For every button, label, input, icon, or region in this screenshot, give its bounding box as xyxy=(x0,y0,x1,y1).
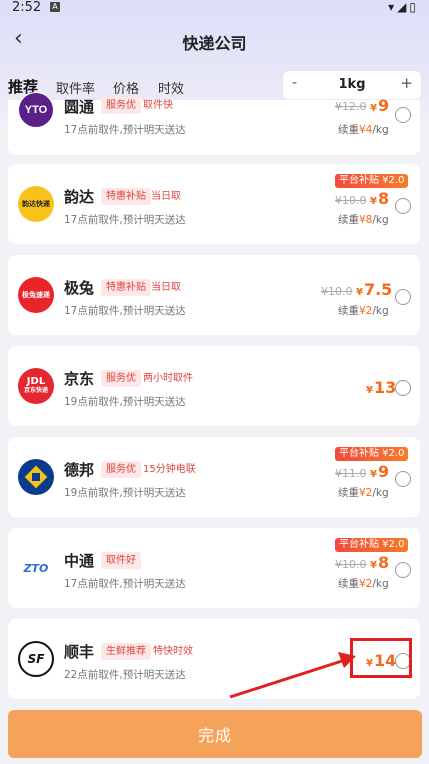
old-price: ¥10.0 xyxy=(335,558,367,571)
price: ¥8 xyxy=(370,189,390,208)
continue-weight-price: 续重¥8/kg xyxy=(338,214,389,226)
tag-two-hour: 两小时取件 xyxy=(143,373,193,384)
yto-logo-icon: YTO xyxy=(18,92,54,128)
tag-service: 服务优 xyxy=(101,370,141,387)
tab-pickup-rate[interactable]: 取件率 xyxy=(56,78,95,97)
courier-desc: 17点前取件,预计明天送达 xyxy=(64,305,186,317)
sf-logo-icon: SF xyxy=(18,641,54,677)
continue-weight-price: 续重¥4/kg xyxy=(338,124,389,136)
tag-service: 服务优 xyxy=(101,97,141,114)
svg-text:YTO: YTO xyxy=(25,104,48,116)
tag-same-day: 当日取 xyxy=(151,191,181,202)
price: ¥9 xyxy=(370,96,390,115)
courier-desc: 17点前取件,预计明天送达 xyxy=(64,124,186,136)
highlight-box xyxy=(350,638,412,678)
courier-desc: 19点前取件,预计明天送达 xyxy=(64,396,186,408)
courier-name: 中通 xyxy=(64,552,95,570)
courier-card-jitu[interactable]: 极兔速递 极兔 特惠补贴 当日取 17点前取件,预计明天送达 ¥10.0 ¥7.… xyxy=(8,255,420,335)
tab-timeliness[interactable]: 时效 xyxy=(158,78,184,97)
price: ¥8 xyxy=(370,553,390,572)
tag-subsidy: 特惠补贴 xyxy=(101,188,151,205)
continue-weight-price: 续重¥2/kg xyxy=(338,578,389,590)
status-bar: 2:52 A ▾◢▯ xyxy=(0,0,429,16)
select-radio[interactable] xyxy=(395,107,411,123)
jitu-logo-icon: 极兔速递 xyxy=(18,277,54,313)
price: ¥7.5 xyxy=(356,280,393,299)
courier-name: 德邦 xyxy=(64,461,95,479)
subsidy-badge: 平台补贴 ¥2.0 xyxy=(335,174,409,188)
continue-weight-price: 续重¥2/kg xyxy=(338,487,389,499)
courier-desc: 22点前取件,预计明天送达 xyxy=(64,669,186,681)
done-button[interactable]: 完成 xyxy=(8,710,422,758)
continue-weight-price: 续重¥2/kg xyxy=(338,305,389,317)
subsidy-badge: 平台补贴 ¥2.0 xyxy=(335,447,409,461)
tag-express-speed: 特快时效 xyxy=(153,646,193,657)
courier-desc: 19点前取件,预计明天送达 xyxy=(64,487,186,499)
courier-name: 极兔 xyxy=(64,279,95,297)
courier-card-yto[interactable]: YTO 圆通 服务优 取件快 17点前取件,预计明天送达 ¥12.0 ¥9 续重… xyxy=(8,92,420,155)
system-icons: ▾◢▯ xyxy=(388,0,419,14)
tag-fast: 取件快 xyxy=(143,100,173,111)
courier-card-zto[interactable]: ZTO 平台补贴 ¥2.0 中通 取件好 17点前取件,预计明天送达 ¥10.0… xyxy=(8,528,420,608)
select-radio[interactable] xyxy=(395,198,411,214)
page-title: 快递公司 xyxy=(182,34,247,53)
tag-pickup-good: 取件好 xyxy=(101,552,141,569)
weight-stepper: - 1kg + xyxy=(283,71,421,99)
nav-bar: ‹ 快递公司 xyxy=(0,24,429,56)
notification-icon: A xyxy=(50,2,60,12)
price: ¥9 xyxy=(370,462,390,481)
courier-card-jd[interactable]: JDL 京东快递 京东 服务优 两小时取件 19点前取件,预计明天送达 ¥13 xyxy=(8,346,420,426)
old-price: ¥10.0 xyxy=(335,194,367,207)
courier-name: 顺丰 xyxy=(64,643,95,661)
zto-logo-icon: ZTO xyxy=(18,550,54,586)
tag-15min-call: 15分钟电联 xyxy=(143,464,196,475)
old-price: ¥12.0 xyxy=(335,100,367,113)
tag-same-day: 当日取 xyxy=(151,282,181,293)
tag-service: 服务优 xyxy=(101,461,141,478)
courier-name: 韵达 xyxy=(64,188,95,206)
yunda-logo-icon: 韵达快递 xyxy=(18,186,54,222)
tab-price[interactable]: 价格 xyxy=(113,78,139,97)
subsidy-badge: 平台补贴 ¥2.0 xyxy=(335,538,409,552)
courier-desc: 17点前取件,预计明天送达 xyxy=(64,578,186,590)
tag-fresh-recommend: 生鲜推荐 xyxy=(101,643,151,660)
courier-card-debang[interactable]: 平台补贴 ¥2.0 德邦 服务优 15分钟电联 19点前取件,预计明天送达 ¥1… xyxy=(8,437,420,517)
select-radio[interactable] xyxy=(395,562,411,578)
status-time: 2:52 xyxy=(12,0,42,15)
courier-name: 圆通 xyxy=(64,98,95,116)
weight-plus-button[interactable]: + xyxy=(400,74,413,92)
courier-desc: 17点前取件,预计明天送达 xyxy=(64,214,186,226)
select-radio[interactable] xyxy=(395,289,411,305)
price: ¥13 xyxy=(366,378,397,397)
debang-logo-icon xyxy=(18,459,54,495)
old-price: ¥11.0 xyxy=(335,467,367,480)
select-radio[interactable] xyxy=(395,380,411,396)
courier-card-yunda[interactable]: 韵达快递 平台补贴 ¥2.0 韵达 特惠补贴 当日取 17点前取件,预计明天送达… xyxy=(8,164,420,244)
courier-name: 京东 xyxy=(64,370,95,388)
jd-logo-icon: JDL 京东快递 xyxy=(18,368,54,404)
select-radio[interactable] xyxy=(395,471,411,487)
tag-subsidy: 特惠补贴 xyxy=(101,279,151,296)
old-price: ¥10.0 xyxy=(321,285,353,298)
